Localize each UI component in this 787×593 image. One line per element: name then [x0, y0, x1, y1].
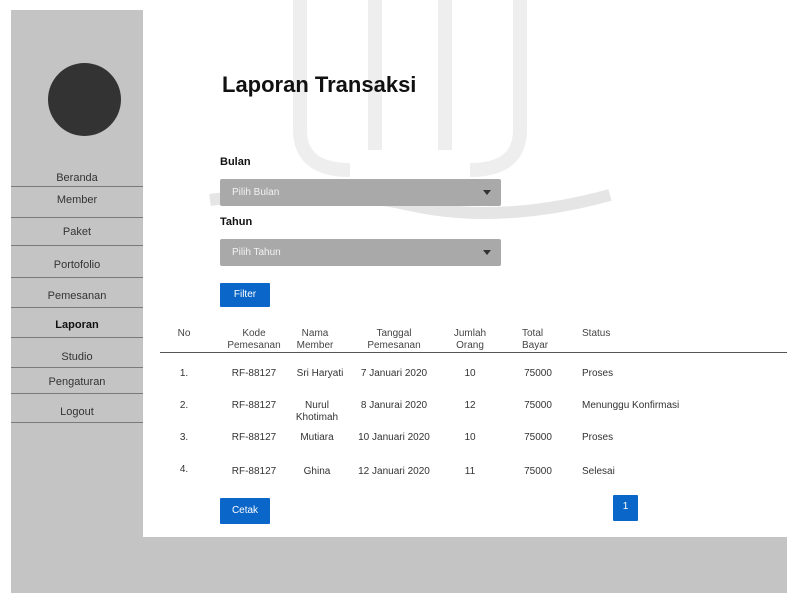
table-cell-no: 3. — [179, 432, 189, 443]
table-cell-status: Selesai — [582, 466, 615, 477]
table-cell-jumlah: 12 — [464, 400, 476, 411]
sidebar-item-member[interactable]: Member — [11, 194, 143, 206]
table-cell-jumlah: 11 — [464, 466, 476, 477]
col-header-no: No — [177, 328, 191, 339]
cetak-button[interactable]: Cetak — [220, 498, 270, 524]
table-header-divider — [160, 352, 787, 353]
col-header-jumlah-line2: Orang — [456, 340, 484, 351]
col-header-nama-line2: Member — [296, 340, 334, 351]
table-cell-nama: Nurul Khotimah — [292, 400, 342, 424]
watermark-logo — [209, 0, 612, 219]
sidebar-divider — [11, 337, 143, 338]
table-cell-status: Menunggu Konfirmasi — [582, 400, 680, 411]
table-cell-no: 4. — [179, 464, 189, 475]
sidebar-divider — [11, 217, 143, 218]
footer-band — [143, 537, 787, 593]
tahun-select[interactable]: Pilih Tahun — [220, 239, 501, 266]
bulan-label: Bulan — [220, 156, 251, 168]
filter-button[interactable]: Filter — [220, 283, 270, 307]
pagination-page-1[interactable]: 1 — [613, 495, 638, 521]
table-cell-total: 75000 — [524, 466, 552, 477]
table-cell-status: Proses — [582, 368, 614, 379]
sidebar: Beranda Member Paket Portofolio Pemesana… — [11, 10, 143, 593]
sidebar-item-portofolio[interactable]: Portofolio — [11, 259, 143, 271]
sidebar-divider — [11, 393, 143, 394]
bulan-select-value: Pilih Bulan — [232, 187, 280, 198]
sidebar-divider — [11, 367, 143, 368]
col-header-total-line1: Total — [522, 328, 544, 339]
sidebar-divider — [11, 307, 143, 308]
table-cell-total: 75000 — [524, 368, 552, 379]
col-header-total-line2: Bayar — [522, 340, 549, 351]
table-cell-tanggal: 12 Januari 2020 — [358, 466, 430, 477]
table-cell-total: 75000 — [524, 432, 552, 443]
table-cell-tanggal: 7 Januari 2020 — [360, 368, 428, 379]
sidebar-item-paket[interactable]: Paket — [11, 226, 143, 238]
col-header-tanggal: Tanggal Pemesanan — [356, 328, 432, 352]
tahun-select-value: Pilih Tahun — [232, 247, 281, 258]
col-header-jumlah: Jumlah Orang — [450, 328, 490, 352]
col-header-nama: Nama Member — [290, 328, 340, 352]
table-cell-kode: RF-88127 — [231, 368, 277, 379]
table-cell-nama: Ghina — [303, 466, 331, 477]
avatar[interactable] — [48, 63, 121, 136]
col-header-total: Total Bayar — [522, 328, 552, 352]
col-header-tanggal-line1: Tanggal — [376, 328, 412, 339]
sidebar-item-pemesanan[interactable]: Pemesanan — [11, 290, 143, 302]
table-cell-nama-line2: Khotimah — [295, 412, 339, 423]
tahun-label: Tahun — [220, 216, 253, 228]
sidebar-divider — [11, 245, 143, 246]
sidebar-item-logout[interactable]: Logout — [11, 406, 143, 418]
sidebar-item-studio[interactable]: Studio — [11, 351, 143, 363]
chevron-down-icon — [483, 250, 491, 255]
sidebar-item-beranda[interactable]: Beranda — [11, 172, 143, 184]
table-cell-no: 1. — [179, 368, 189, 379]
table-cell-total: 75000 — [524, 400, 552, 411]
bulan-select[interactable]: Pilih Bulan — [220, 179, 501, 206]
sidebar-divider — [11, 422, 143, 423]
table-cell-kode: RF-88127 — [231, 466, 277, 477]
table-cell-no: 2. — [179, 400, 189, 411]
col-header-kode-line1: Kode — [242, 328, 266, 339]
table-cell-nama: Mutiara — [300, 432, 334, 443]
sidebar-item-pengaturan[interactable]: Pengaturan — [11, 376, 143, 388]
col-header-status: Status — [582, 328, 611, 339]
table-cell-nama-line1: Nurul — [305, 400, 329, 411]
sidebar-divider — [11, 277, 143, 278]
table-cell-tanggal: 10 Januari 2020 — [358, 432, 430, 443]
table-cell-nama: Sri Haryati — [296, 368, 344, 379]
table-cell-jumlah: 10 — [464, 432, 476, 443]
col-header-tanggal-line2: Pemesanan — [367, 340, 421, 351]
col-header-nama-line1: Nama — [301, 328, 329, 339]
table-cell-status: Proses — [582, 432, 614, 443]
page-title: Laporan Transaksi — [222, 72, 417, 97]
table-cell-jumlah: 10 — [464, 368, 476, 379]
col-header-jumlah-line1: Jumlah — [453, 328, 487, 339]
table-cell-tanggal: 8 Janurai 2020 — [360, 400, 428, 411]
sidebar-divider — [11, 186, 143, 187]
sidebar-item-laporan[interactable]: Laporan — [11, 319, 143, 331]
table-cell-kode: RF-88127 — [231, 400, 277, 411]
col-header-kode-line2: Pemesanan — [227, 340, 281, 351]
col-header-kode: Kode Pemesanan — [222, 328, 286, 352]
chevron-down-icon — [483, 190, 491, 195]
table-cell-kode: RF-88127 — [231, 432, 277, 443]
